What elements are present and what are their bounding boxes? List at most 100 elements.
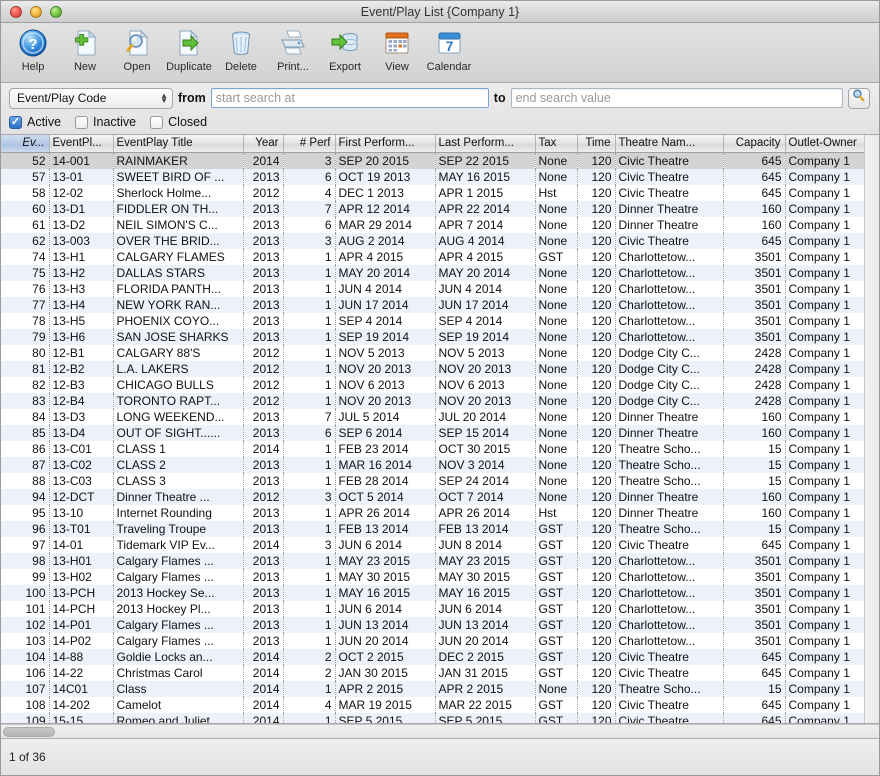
column-header-5[interactable]: First Perform... bbox=[335, 135, 436, 153]
toolbar-button-calendar[interactable]: 7 Calendar bbox=[423, 26, 475, 73]
search-to-input[interactable]: end search value bbox=[510, 88, 843, 108]
toolbar-button-export[interactable]: Export bbox=[319, 26, 371, 73]
results-table-container[interactable]: Ev... EventPl... EventPlay Title Year # Perf… bbox=[1, 135, 879, 724]
column-header-8[interactable]: Time bbox=[577, 135, 616, 153]
table-row[interactable]: 99 13-H02 Calgary Flames ... 2013 1 MAY 30 20… bbox=[1, 568, 879, 585]
cell-1: 15-15 bbox=[49, 712, 114, 723]
table-row[interactable]: 96 13-T01 Traveling Troupe 2013 1 FEB 13 2014… bbox=[1, 520, 879, 537]
cell-6: JUN 20 2014 bbox=[435, 632, 536, 649]
search-field-selector[interactable]: Event/Play Code ▲ ▼ bbox=[9, 87, 173, 109]
cell-5: NOV 6 2013 bbox=[335, 376, 436, 393]
column-header-2[interactable]: EventPlay Title bbox=[113, 135, 244, 153]
checkbox-closed[interactable] bbox=[150, 115, 164, 129]
toolbar-button-new[interactable]: New bbox=[59, 26, 111, 73]
table-row[interactable]: 100 13-PCH 2013 Hockey Se... 2013 1 MAY 16 20… bbox=[1, 584, 879, 601]
table-row[interactable]: 107 14C01 Class 2014 1 APR 2 2015 APR 2 2015 No… bbox=[1, 680, 879, 697]
table-row[interactable]: 77 13-H4 NEW YORK RAN... 2013 1 JUN 17 2014 JU… bbox=[1, 296, 879, 313]
table-row[interactable]: 97 14-01 Tidemark VIP Ev... 2014 3 JUN 6 2014… bbox=[1, 536, 879, 553]
table-row[interactable]: 81 12-B2 L.A. LAKERS 2012 1 NOV 20 2013 NOV 20… bbox=[1, 360, 879, 377]
table-row[interactable]: 98 13-H01 Calgary Flames ... 2013 1 MAY 23 20… bbox=[1, 552, 879, 569]
column-header-3[interactable]: Year bbox=[243, 135, 284, 153]
search-from-input[interactable]: start search at bbox=[210, 88, 489, 108]
table-row[interactable]: 102 14-P01 Calgary Flames ... 2013 1 JUN 13 2… bbox=[1, 616, 879, 633]
close-button[interactable] bbox=[10, 5, 22, 18]
column-header-10[interactable]: Capacity bbox=[723, 135, 786, 153]
toolbar-button-open[interactable]: Open bbox=[111, 26, 163, 73]
table-row[interactable]: 85 13-D4 OUT OF SIGHT...... 2013 6 SEP 6 2014… bbox=[1, 424, 879, 441]
cell-3: 2013 bbox=[243, 248, 284, 265]
filter-inactive[interactable]: Inactive bbox=[75, 115, 136, 129]
cell-1: 14-P01 bbox=[49, 616, 114, 633]
cell-10: 2428 bbox=[723, 392, 786, 409]
cell-8: 120 bbox=[577, 424, 616, 441]
table-row[interactable]: 86 13-C01 CLASS 1 2014 1 FEB 23 2014 OCT 30 20… bbox=[1, 440, 879, 457]
cell-2: L.A. LAKERS bbox=[113, 360, 244, 377]
cell-10: 645 bbox=[723, 168, 786, 185]
cell-4: 6 bbox=[283, 424, 336, 441]
table-row[interactable]: 83 12-B4 TORONTO RAPT... 2012 1 NOV 20 2013 NO… bbox=[1, 392, 879, 409]
cell-11: Company 1 bbox=[785, 504, 870, 521]
cell-5: SEP 4 2014 bbox=[335, 312, 436, 329]
table-row[interactable]: 52 14-001 RAINMAKER 2014 3 SEP 20 2015 SEP 22 … bbox=[1, 152, 879, 169]
table-row[interactable]: 108 14-202 Camelot 2014 4 MAR 19 2015 MAR 22 2… bbox=[1, 696, 879, 713]
table-row[interactable]: 60 13-D1 FIDDLER ON TH... 2013 7 APR 12 2014 A… bbox=[1, 200, 879, 217]
checkbox-inactive[interactable] bbox=[75, 115, 89, 129]
horizontal-scrollbar-thumb[interactable] bbox=[3, 726, 55, 737]
checkbox-active[interactable] bbox=[9, 115, 22, 129]
table-row[interactable]: 80 12-B1 CALGARY 88'S 2012 1 NOV 5 2013 NOV 5 … bbox=[1, 344, 879, 361]
cell-1: 12-B2 bbox=[49, 360, 114, 377]
toolbar-button-help[interactable]: ? Help bbox=[7, 26, 59, 73]
table-row[interactable]: 95 13-10 Internet Rounding 2013 1 APR 26 2014… bbox=[1, 504, 879, 521]
table-body: 52 14-001 RAINMAKER 2014 3 SEP 20 2015 SEP 22 … bbox=[1, 152, 879, 723]
table-row[interactable]: 82 12-B3 CHICAGO BULLS 2012 1 NOV 6 2013 NOV 6… bbox=[1, 376, 879, 393]
cell-3: 2014 bbox=[243, 152, 284, 169]
toolbar-button-duplicate[interactable]: Duplicate bbox=[163, 26, 215, 73]
table-row[interactable]: 94 12-DCT Dinner Theatre ... 2012 3 OCT 5 201… bbox=[1, 488, 879, 505]
table-row[interactable]: 84 13-D3 LONG WEEKEND... 2013 7 JUL 5 2014 JUL… bbox=[1, 408, 879, 425]
search-button[interactable] bbox=[847, 87, 870, 109]
table-row[interactable]: 61 13-D2 NEIL SIMON'S C... 2013 6 MAR 29 2014… bbox=[1, 216, 879, 233]
table-row[interactable]: 58 12-02 Sherlock Holme... 2012 4 DEC 1 2013 A… bbox=[1, 184, 879, 201]
table-row[interactable]: 75 13-H2 DALLAS STARS 2013 1 MAY 20 2014 MAY 2… bbox=[1, 264, 879, 281]
table-row[interactable]: 76 13-H3 FLORIDA PANTH... 2013 1 JUN 4 2014 JU… bbox=[1, 280, 879, 297]
filter-closed[interactable]: Closed bbox=[150, 115, 207, 129]
column-header-9[interactable]: Theatre Nam... bbox=[615, 135, 724, 153]
table-row[interactable]: 57 13-01 SWEET BIRD OF ... 2013 6 OCT 19 2013… bbox=[1, 168, 879, 185]
vertical-scrollbar[interactable] bbox=[864, 135, 879, 723]
table-row[interactable]: 88 13-C03 CLASS 3 2013 1 FEB 28 2014 SEP 24 20… bbox=[1, 472, 879, 489]
column-header-1[interactable]: EventPl... bbox=[49, 135, 114, 153]
table-row[interactable]: 79 13-H6 SAN JOSE SHARKS 2013 1 SEP 19 2014 SE… bbox=[1, 328, 879, 345]
toolbar-button-view[interactable]: View bbox=[371, 26, 423, 73]
table-row[interactable]: 87 13-C02 CLASS 2 2013 1 MAR 16 2014 NOV 3 201… bbox=[1, 456, 879, 473]
cell-0: 82 bbox=[1, 376, 50, 393]
cell-9: Dodge City C... bbox=[615, 344, 724, 361]
table-row[interactable]: 103 14-P02 Calgary Flames ... 2013 1 JUN 20 2… bbox=[1, 632, 879, 649]
toolbar-button-print[interactable]: Print... bbox=[267, 26, 319, 73]
minimize-button[interactable] bbox=[30, 5, 42, 18]
column-header-4[interactable]: # Perf bbox=[283, 135, 336, 153]
table-row[interactable]: 62 13-003 OVER THE BRID... 2013 3 AUG 2 2014 A… bbox=[1, 232, 879, 249]
column-header-11[interactable]: Outlet-Owner bbox=[785, 135, 870, 153]
column-header-0[interactable]: Ev... bbox=[1, 135, 50, 153]
cell-6: SEP 5 2015 bbox=[435, 712, 536, 723]
table-row[interactable]: 109 15-15 Romeo and Juliet 2014 1 SEP 5 2015 S… bbox=[1, 712, 879, 723]
table-row[interactable]: 78 13-H5 PHOENIX COYO... 2013 1 SEP 4 2014 SEP… bbox=[1, 312, 879, 329]
cell-8: 120 bbox=[577, 584, 616, 601]
table-row[interactable]: 101 14-PCH 2013 Hockey Pl... 2013 1 JUN 6 201… bbox=[1, 600, 879, 617]
column-header-7[interactable]: Tax bbox=[535, 135, 578, 153]
window-controls bbox=[10, 5, 62, 18]
filter-active[interactable]: Active bbox=[9, 115, 61, 129]
table-row[interactable]: 74 13-H1 CALGARY FLAMES 2013 1 APR 4 2015 APR … bbox=[1, 248, 879, 265]
cell-7: None bbox=[535, 264, 578, 281]
cell-1: 13-H6 bbox=[49, 328, 114, 345]
zoom-button[interactable] bbox=[50, 5, 62, 18]
column-header-6[interactable]: Last Perform... bbox=[435, 135, 536, 153]
cell-8: 120 bbox=[577, 360, 616, 377]
toolbar-button-delete[interactable]: Delete bbox=[215, 26, 267, 73]
cell-8: 120 bbox=[577, 376, 616, 393]
cell-0: 86 bbox=[1, 440, 50, 457]
table-row[interactable]: 104 14-88 Goldie Locks an... 2014 2 OCT 2 201… bbox=[1, 648, 879, 665]
cell-10: 160 bbox=[723, 200, 786, 217]
table-row[interactable]: 106 14-22 Christmas Carol 2014 2 JAN 30 2015 J… bbox=[1, 664, 879, 681]
horizontal-scrollbar[interactable] bbox=[1, 724, 879, 739]
